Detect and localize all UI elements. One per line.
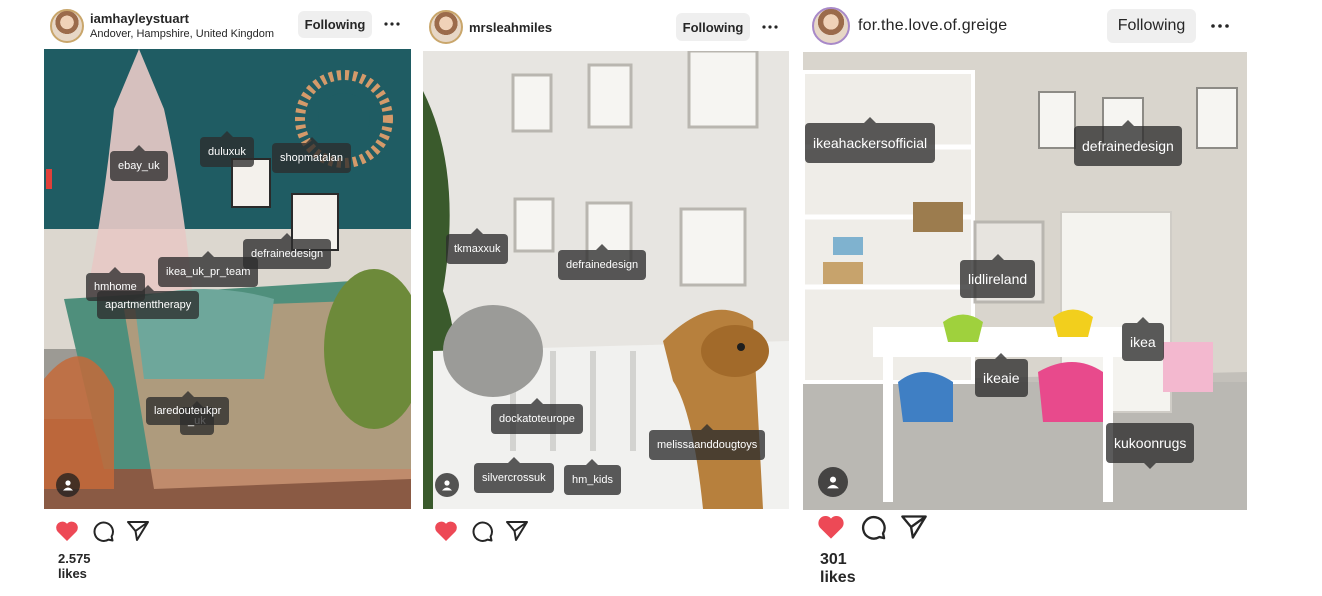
heart-icon[interactable]: [434, 520, 458, 542]
photo-tag[interactable]: hm_kids: [564, 459, 621, 495]
photo-tag[interactable]: tkmaxxuk: [446, 228, 509, 264]
photo-tag[interactable]: duluxuk: [200, 131, 254, 167]
likes-count[interactable]: 301 likes: [820, 551, 856, 587]
avatar[interactable]: [429, 10, 463, 44]
heart-icon[interactable]: [55, 520, 79, 542]
share-icon[interactable]: [505, 520, 529, 542]
following-button[interactable]: Following: [1107, 9, 1196, 43]
photo-tag[interactable]: ikea_uk_pr_team: [158, 251, 259, 287]
user-tag-icon[interactable]: [435, 473, 459, 497]
more-icon[interactable]: [380, 14, 404, 34]
post-actions: [55, 518, 150, 544]
comment-icon[interactable]: [470, 519, 494, 543]
photo-tag[interactable]: melissaanddougtoys: [649, 424, 766, 460]
user-tag-icon[interactable]: [818, 467, 848, 497]
username[interactable]: mrsleahmiles: [469, 20, 552, 35]
more-icon[interactable]: [758, 17, 782, 37]
photo-tag[interactable]: apartmenttherapy: [97, 285, 200, 319]
post-header: mrsleahmiles: [429, 9, 669, 45]
comment-icon[interactable]: [859, 513, 887, 541]
share-icon[interactable]: [126, 520, 150, 542]
following-button[interactable]: Following: [676, 13, 750, 41]
likes-count[interactable]: 2.575 likes: [58, 551, 91, 581]
avatar[interactable]: [50, 9, 84, 43]
photo-tag[interactable]: defrainedesign: [558, 244, 647, 280]
photo-tag[interactable]: lidlireland: [960, 254, 1036, 298]
post-photo[interactable]: ikeahackersofficial defrainedesign lidli…: [803, 52, 1247, 510]
heart-icon[interactable]: [817, 514, 845, 540]
share-icon[interactable]: [900, 514, 928, 540]
photo-tag[interactable]: ikea: [1122, 317, 1164, 361]
post-actions: [434, 518, 529, 544]
post-photo[interactable]: tkmaxxuk defrainedesign dockatoteurope m…: [423, 51, 789, 509]
photo-tag[interactable]: silvercrossuk: [474, 457, 554, 493]
photo-tag[interactable]: defrainedesign: [1074, 120, 1182, 166]
user-tag-icon[interactable]: [56, 473, 80, 497]
photo-tag[interactable]: laredouteukpr: [146, 391, 230, 425]
avatar[interactable]: [812, 7, 850, 45]
photo-tag[interactable]: dockatoteurope: [491, 398, 583, 434]
username[interactable]: iamhayleystuart: [90, 11, 274, 27]
location[interactable]: Andover, Hampshire, United Kingdom: [90, 27, 274, 41]
following-button[interactable]: Following: [298, 11, 372, 38]
post-actions: [817, 512, 928, 542]
post-photo[interactable]: ebay_uk duluxuk shopmatalan defrainedesi…: [44, 49, 411, 509]
photo-tag[interactable]: shopmatalan: [272, 137, 351, 173]
more-icon[interactable]: [1206, 15, 1234, 37]
photo-tag[interactable]: ebay_uk: [110, 145, 168, 181]
photo-tag[interactable]: ikeahackersofficial: [805, 117, 936, 163]
comment-icon[interactable]: [91, 519, 115, 543]
photo-tag[interactable]: ikeaie: [975, 353, 1028, 397]
post-header: for.the.love.of.greige: [812, 6, 1092, 46]
username[interactable]: for.the.love.of.greige: [858, 17, 1007, 35]
photo-tag[interactable]: kukoonrugs: [1106, 423, 1195, 469]
